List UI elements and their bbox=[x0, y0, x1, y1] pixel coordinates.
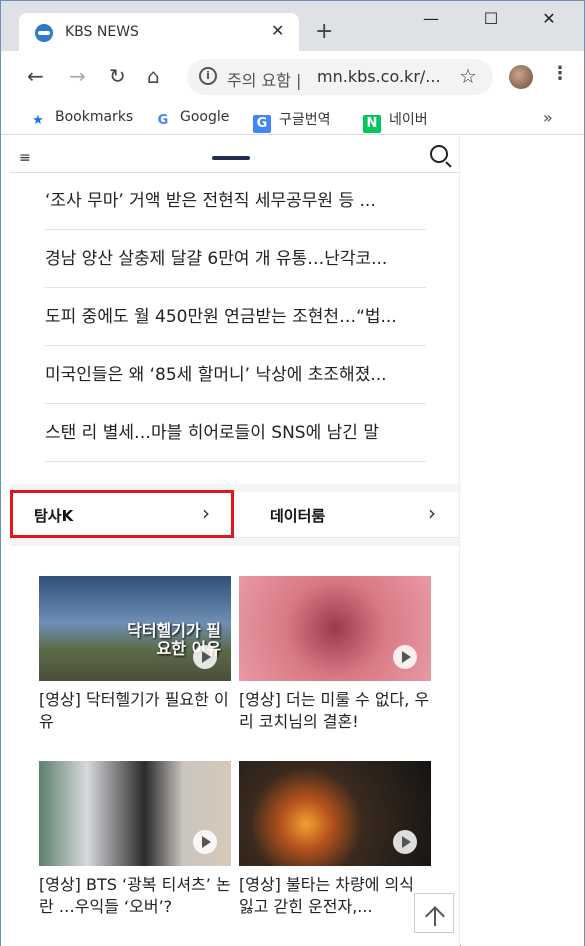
bookmark-item[interactable]: G Google bbox=[154, 109, 230, 130]
video-title[interactable]: [영상] 불타는 차량에 의식 잃고 갇힌 운전자,... bbox=[239, 874, 431, 918]
reload-icon[interactable]: ↻ bbox=[109, 64, 126, 88]
security-warning: 주의 요함 | bbox=[227, 71, 302, 90]
video-card[interactable]: [영상] 불타는 차량에 의식 잃고 갇힌 운전자,... bbox=[239, 761, 431, 918]
forward-icon[interactable]: → bbox=[69, 64, 86, 88]
browser-toolbar: ← → ↻ ⌂ i 주의 요함 | mn.kbs.co.kr/... ☆ ⋮ bbox=[1, 51, 584, 103]
google-icon: G bbox=[157, 113, 169, 128]
bookmark-label: 네이버 bbox=[389, 112, 428, 128]
play-icon bbox=[193, 645, 217, 669]
video-title[interactable]: [영상] 더는 미룰 수 없다, 우리 코치님의 결혼! bbox=[239, 689, 431, 733]
minimize-button[interactable]: — bbox=[411, 9, 451, 33]
play-icon bbox=[393, 645, 417, 669]
naver-icon: N bbox=[363, 115, 381, 133]
news-list: ‘조사 무마’ 거액 받은 전현직 세무공무원 등 ... 경남 양산 살충제 … bbox=[45, 172, 426, 462]
news-headline[interactable]: 스탠 리 별세…마블 히어로들이 SNS에 남긴 말 bbox=[45, 404, 426, 462]
play-icon bbox=[393, 830, 417, 854]
video-title[interactable]: [영상] BTS ‘광복 티셔츠’ 논란 …우익들 ‘오버’? bbox=[39, 874, 231, 918]
browser-window: KBS NEWS ✕ + — ☐ ✕ ← → ↻ ⌂ i 주의 요함 | mn.… bbox=[0, 0, 585, 946]
video-thumbnail[interactable] bbox=[239, 576, 431, 681]
translate-icon: G bbox=[253, 115, 271, 133]
address-bar[interactable]: i 주의 요함 | mn.kbs.co.kr/... ☆ bbox=[187, 59, 493, 95]
section-separator bbox=[10, 538, 459, 546]
bookmarks-bar: ★ Bookmarks G Google G 구글번역 N 네이버 » bbox=[1, 103, 584, 135]
page-content: ≡ ‘조사 무마’ 거액 받은 전현직 세무공무원 등 ... 경남 양산 살충… bbox=[1, 136, 460, 946]
play-icon bbox=[193, 830, 217, 854]
news-headline[interactable]: ‘조사 무마’ 거액 받은 전현직 세무공무원 등 ... bbox=[45, 172, 426, 230]
more-bookmarks-icon[interactable]: » bbox=[543, 108, 553, 127]
page-margin bbox=[461, 136, 584, 946]
home-icon[interactable]: ⌂ bbox=[147, 64, 160, 88]
news-headline[interactable]: 도피 중에도 월 450만원 연금받는 조현천…“법... bbox=[45, 288, 426, 346]
video-card[interactable]: [영상] BTS ‘광복 티셔츠’ 논란 …우익들 ‘오버’? bbox=[39, 761, 231, 918]
hamburger-menu-icon[interactable]: ≡ bbox=[19, 150, 31, 166]
bookmark-label: Google bbox=[180, 109, 230, 125]
info-icon[interactable]: i bbox=[199, 67, 217, 85]
kbs-favicon-icon bbox=[35, 24, 53, 42]
new-tab-button[interactable]: + bbox=[315, 19, 333, 44]
bookmark-label: 구글번역 bbox=[279, 112, 331, 128]
highlight-box bbox=[10, 490, 234, 538]
category-label: 데이터룸 bbox=[270, 507, 326, 525]
chevron-right-icon: › bbox=[428, 501, 436, 525]
search-icon[interactable] bbox=[430, 145, 448, 163]
star-icon: ★ bbox=[32, 113, 44, 128]
video-thumbnail[interactable]: 닥터헬기가 필요한 이유 bbox=[39, 576, 231, 681]
bookmark-label: Bookmarks bbox=[55, 109, 134, 125]
news-headline[interactable]: 미국인들은 왜 ‘85세 할머니’ 낙상에 초조해졌... bbox=[45, 346, 426, 404]
video-title[interactable]: [영상] 닥터헬기가 필요한 이유 bbox=[39, 689, 231, 733]
bookmark-star-icon[interactable]: ☆ bbox=[459, 64, 477, 88]
video-card[interactable]: [영상] 더는 미룰 수 없다, 우리 코치님의 결혼! bbox=[239, 576, 431, 733]
video-card[interactable]: 닥터헬기가 필요한 이유 [영상] 닥터헬기가 필요한 이유 bbox=[39, 576, 231, 733]
tab-strip: KBS NEWS ✕ + — ☐ ✕ bbox=[1, 1, 584, 51]
maximize-button[interactable]: ☐ bbox=[471, 9, 511, 33]
bookmark-item[interactable]: N 네이버 bbox=[363, 109, 428, 133]
scroll-to-top-button[interactable] bbox=[414, 893, 454, 933]
bookmark-item[interactable]: G 구글번역 bbox=[253, 109, 331, 133]
video-thumbnail[interactable] bbox=[39, 761, 231, 866]
menu-icon[interactable]: ⋮ bbox=[551, 63, 569, 84]
video-thumbnail[interactable] bbox=[239, 761, 431, 866]
profile-avatar[interactable] bbox=[509, 65, 533, 89]
back-icon[interactable]: ← bbox=[27, 64, 44, 88]
category-dataroom[interactable]: 데이터룸 › bbox=[246, 492, 459, 538]
tab-close-icon[interactable]: ✕ bbox=[271, 21, 284, 40]
url-text[interactable]: mn.kbs.co.kr/... bbox=[317, 67, 441, 86]
news-headline[interactable]: 경남 양산 살충제 달걀 6만여 개 유통…난각코... bbox=[45, 230, 426, 288]
window-close-button[interactable]: ✕ bbox=[529, 9, 569, 33]
browser-tab[interactable]: KBS NEWS ✕ bbox=[19, 13, 299, 51]
kbs-logo[interactable] bbox=[212, 156, 250, 160]
tab-title: KBS NEWS bbox=[65, 24, 139, 40]
bookmark-item[interactable]: ★ Bookmarks bbox=[29, 109, 133, 130]
